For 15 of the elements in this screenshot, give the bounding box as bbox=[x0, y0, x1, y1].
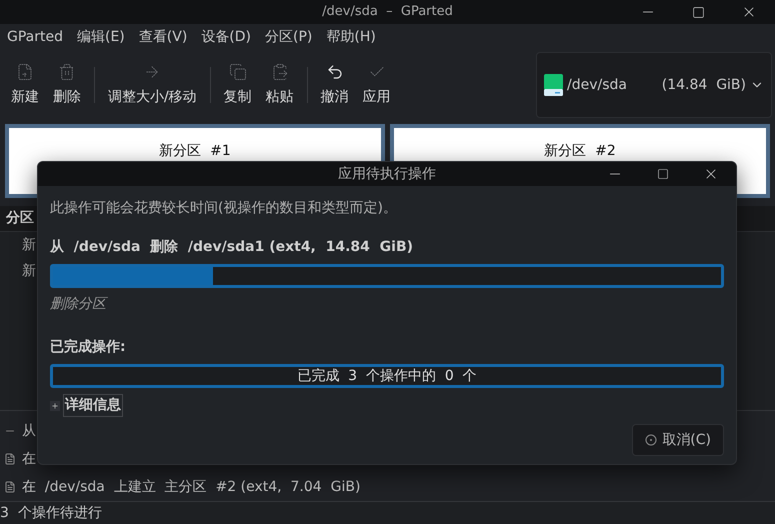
notice-text: 此操作可能会花费较长时间(视操作的数目和类型而定)。 bbox=[50, 199, 398, 218]
current-operation: 从 /dev/sda 删除 /dev/sda1 (ext4, 14.84 GiB) bbox=[50, 238, 414, 257]
operation-text: 从 bbox=[22, 422, 36, 440]
progress-text: 已完成 3 个操作中的 0 个 bbox=[297, 367, 477, 385]
current-step: 删除分区 bbox=[50, 294, 724, 315]
operation-text: 在 bbox=[22, 450, 36, 468]
completed-label: 已完成操作: bbox=[50, 338, 127, 357]
dialog-title: 应用待执行操作 bbox=[338, 164, 436, 184]
table-cell-text: 新 bbox=[22, 262, 36, 280]
table-cell-text: 新 bbox=[22, 236, 36, 254]
window-title: /dev/sda – GParted bbox=[322, 3, 453, 22]
operation-text: 在 /dev/sda 上建立 主分区 #2 (ext4, 7.04 GiB) bbox=[22, 478, 360, 496]
device-name: /dev/sda bbox=[567, 76, 627, 94]
status-text: 3 个操作待进行 bbox=[0, 504, 102, 522]
device-size: (14.84 GiB) bbox=[662, 76, 746, 94]
